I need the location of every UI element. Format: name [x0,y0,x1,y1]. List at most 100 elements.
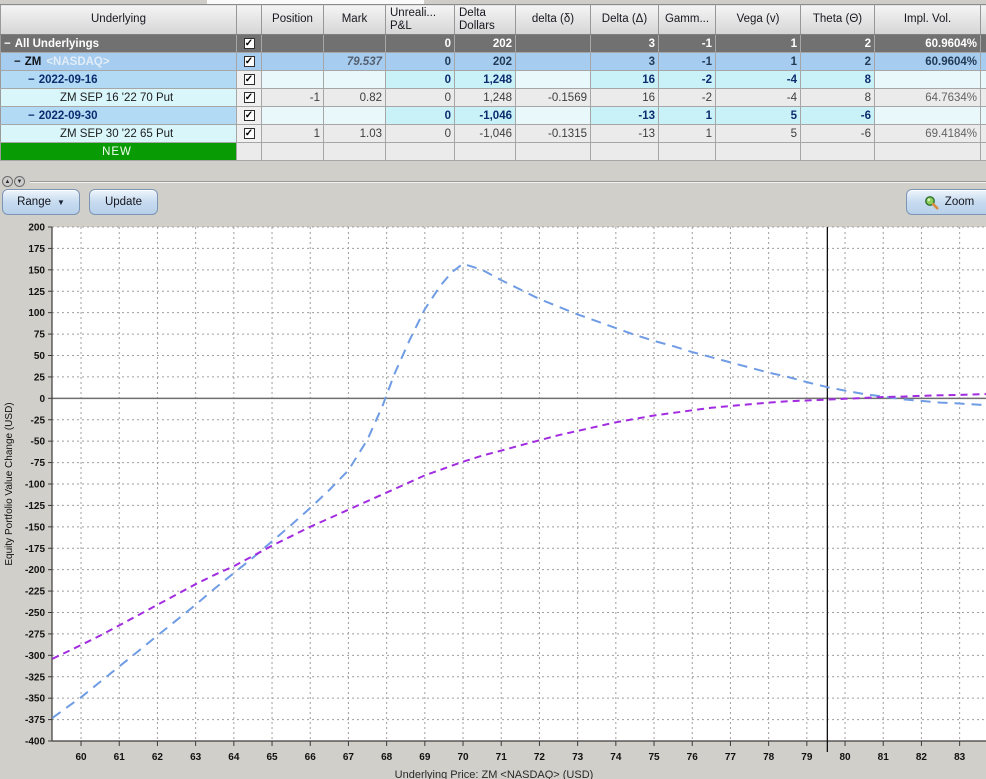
x-tick-label: 65 [266,752,278,763]
collapse-toggle-icon[interactable]: − [4,38,11,50]
theta-cell: 8 [801,89,875,107]
theta-cell: -6 [801,125,875,143]
splitter-collapse-down-button[interactable]: ▼ [14,176,25,187]
delta_small-cell [516,35,591,53]
column-header-delta_dollars[interactable]: Delta Dollars [455,5,516,35]
y-tick-label: 50 [34,351,46,362]
y-tick-label: 100 [28,308,45,319]
impl_vol-cell [875,143,981,161]
gamma-cell: -1 [659,35,716,53]
mark-cell: 0.82 [324,89,386,107]
mark-cell [324,107,386,125]
table-row-all-underlyings[interactable]: −All Underlyings✓02023-11260.9604% [1,35,986,53]
pnl-cell: 0 [386,89,455,107]
delta_dollars-cell: 202 [455,35,516,53]
gamma-cell: -1 [659,53,716,71]
x-tick-label: 69 [419,752,431,763]
column-header-gamma[interactable]: Gamm... [659,5,716,35]
delta_cap-cell: 16 [591,89,659,107]
panel-splitter[interactable] [30,181,986,183]
table-row-new[interactable]: NEW [1,143,986,161]
column-header-vega[interactable]: Vega (v) [716,5,801,35]
y-tick-label: -300 [25,651,45,662]
y-tick-label: -175 [25,544,45,555]
delta_dollars-cell [455,143,516,161]
column-header-mark[interactable]: Mark [324,5,386,35]
checkbox-cell: ✓ [237,35,262,53]
gamma-cell: -2 [659,71,716,89]
positions-table-body: −All Underlyings✓02023-11260.9604%−ZM<NA… [1,35,986,161]
collapse-toggle-icon[interactable]: − [28,110,35,122]
chevron-down-icon: ▼ [57,198,65,207]
delta_small-cell: -0.1315 [516,125,591,143]
positions-table-header: UnderlyingPositionMarkUnreali... P&LDelt… [1,5,986,35]
spacer-cell [981,89,986,107]
table-row-zm-sep-16-22-70-put[interactable]: ZM SEP 16 '22 70 Put✓-10.8201,248-0.1569… [1,89,986,107]
delta_small-cell [516,107,591,125]
position-cell: -1 [262,89,324,107]
update-button[interactable]: Update [89,189,158,215]
include-checkbox[interactable]: ✓ [244,128,255,139]
zoom-button[interactable]: Zoom [906,189,986,215]
delta_small-cell [516,143,591,161]
column-header-spacer [981,5,986,35]
underlying-cell[interactable]: ZM SEP 16 '22 70 Put [1,89,237,107]
y-tick-label: 175 [28,244,45,255]
delta_cap-cell: 16 [591,71,659,89]
column-header-theta[interactable]: Theta (Θ) [801,5,875,35]
vega-cell: -4 [716,89,801,107]
splitter-collapse-up-button[interactable]: ▲ [2,176,13,187]
spacer-cell [981,107,986,125]
theta-cell: 8 [801,71,875,89]
table-row-2022-09-30[interactable]: −2022-09-30✓0-1,046-1315-6 [1,107,986,125]
risk-profile-chart[interactable]: 2001751501251007550250-25-50-75-100-125-… [0,220,986,779]
mark-cell: 1.03 [324,125,386,143]
underlying-cell[interactable]: ZM SEP 30 '22 65 Put [1,125,237,143]
y-tick-label: 0 [39,394,45,405]
vega-cell: 1 [716,35,801,53]
underlying-cell[interactable]: −ZM<NASDAQ> [1,53,237,71]
include-checkbox[interactable]: ✓ [244,56,255,67]
range-dropdown-button[interactable]: Range ▼ [2,189,80,215]
x-tick-label: 62 [152,752,164,763]
column-header-impl_vol[interactable]: Impl. Vol. [875,5,981,35]
mark-cell [324,71,386,89]
underlying-cell[interactable]: −2022-09-16 [1,71,237,89]
column-header-delta_cap[interactable]: Delta (Δ) [591,5,659,35]
x-tick-label: 73 [572,752,584,763]
table-row-2022-09-16[interactable]: −2022-09-16✓01,24816-2-48 [1,71,986,89]
collapse-toggle-icon[interactable]: − [28,74,35,86]
gamma-cell [659,143,716,161]
table-row-zm-sep-30-22-65-put[interactable]: ZM SEP 30 '22 65 Put✓11.030-1,046-0.1315… [1,125,986,143]
underlying-cell[interactable]: NEW [1,143,237,161]
y-tick-label: -275 [25,629,45,640]
delta_small-cell [516,53,591,71]
spacer-cell [981,35,986,53]
include-checkbox[interactable]: ✓ [244,92,255,103]
checkbox-cell: ✓ [237,107,262,125]
column-header-delta_small[interactable]: delta (δ) [516,5,591,35]
impl_vol-cell [875,107,981,125]
column-header-check[interactable] [237,5,262,35]
x-tick-label: 75 [648,752,660,763]
checkbox-cell: ✓ [237,89,262,107]
spacer-cell [981,143,986,161]
collapse-toggle-icon[interactable]: − [14,56,21,68]
include-checkbox[interactable]: ✓ [244,38,255,49]
include-checkbox[interactable]: ✓ [244,74,255,85]
table-row-zm[interactable]: −ZM<NASDAQ>✓79.53702023-11260.9604% [1,53,986,71]
delta_dollars-cell: -1,046 [455,107,516,125]
y-tick-label: 200 [28,223,45,234]
x-tick-label: 67 [343,752,355,763]
column-header-position[interactable]: Position [262,5,324,35]
y-tick-label: 125 [28,287,45,298]
underlying-cell[interactable]: −2022-09-30 [1,107,237,125]
include-checkbox[interactable]: ✓ [244,110,255,121]
underlying-cell[interactable]: −All Underlyings [1,35,237,53]
y-tick-label: -100 [25,480,45,491]
column-header-pnl[interactable]: Unreali... P&L [386,5,455,35]
column-header-underlying[interactable]: Underlying [1,5,237,35]
theta-cell: 2 [801,35,875,53]
risk-profile-window: UnderlyingPositionMarkUnreali... P&LDelt… [0,0,986,779]
x-tick-label: 71 [496,752,508,763]
